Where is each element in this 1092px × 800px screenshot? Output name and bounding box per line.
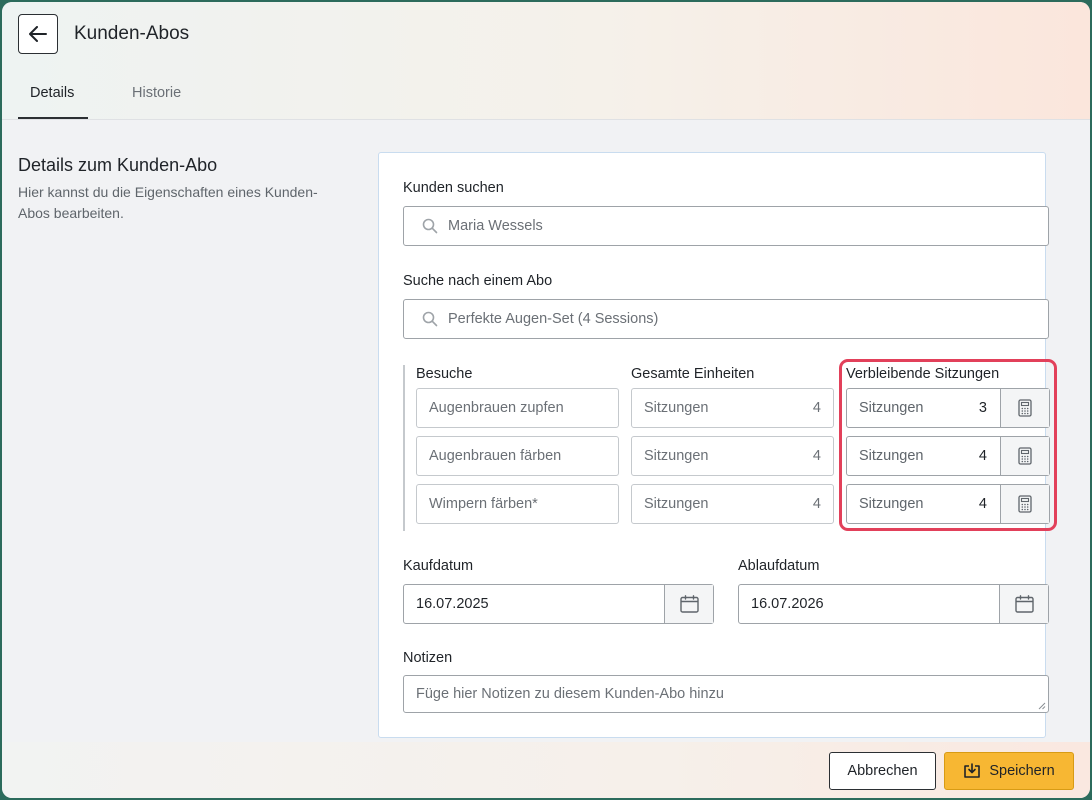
active-tab-indicator <box>18 117 88 119</box>
page-header: Kunden-Abos Details Historie <box>2 2 1090 120</box>
total-units-column-header: Gesamte Einheiten <box>631 366 755 382</box>
save-button[interactable]: Speichern <box>944 752 1074 790</box>
expiry-date-picker-button[interactable] <box>999 585 1048 623</box>
service-field[interactable]: Augenbrauen zupfen <box>416 388 619 428</box>
section-title: Details zum Kunden-Abo <box>18 155 218 175</box>
notes-placeholder: Füge hier Notizen zu diesem Kunden-Abo h… <box>416 686 724 702</box>
expiry-date-label: Ablaufdatum <box>738 558 820 574</box>
notes-label: Notizen <box>403 650 453 666</box>
calendar-icon <box>679 595 699 613</box>
app-window: Kunden-Abos Details Historie Details zum… <box>2 2 1090 798</box>
unit-label: Sitzungen <box>644 448 709 464</box>
total-units-field[interactable]: Sitzungen 4 <box>631 484 834 524</box>
tab-historie[interactable]: Historie <box>132 85 181 101</box>
service-name: Augenbrauen zupfen <box>429 400 564 416</box>
tab-details[interactable]: Details <box>30 85 74 101</box>
total-units-field[interactable]: Sitzungen 4 <box>631 436 834 476</box>
unit-label: Sitzungen <box>644 496 709 512</box>
total-units-value: 4 <box>812 448 821 464</box>
save-icon <box>964 763 981 778</box>
cancel-button[interactable]: Abbrechen <box>829 752 936 790</box>
visits-column-header: Besuche <box>416 366 473 382</box>
service-field[interactable]: Augenbrauen färben <box>416 436 619 476</box>
page-title: Kunden-Abos <box>74 23 190 44</box>
customer-search-label: Kunden suchen <box>403 180 504 196</box>
subscription-search-input[interactable]: Perfekte Augen-Set (4 Sessions) <box>403 299 1049 339</box>
total-units-field[interactable]: Sitzungen 4 <box>631 388 834 428</box>
footer-bar: Abbrechen Speichern <box>2 742 1090 798</box>
purchase-date-label: Kaufdatum <box>403 558 474 574</box>
total-units-value: 4 <box>812 400 821 416</box>
expiry-date-value: 16.07.2026 <box>751 596 824 612</box>
customer-search-value: Maria Wessels <box>448 218 543 234</box>
unit-label: Sitzungen <box>644 400 709 416</box>
calendar-icon <box>1014 595 1034 613</box>
section-description: Hier kannst du die Eigenschaften eines K… <box>18 184 318 221</box>
total-units-value: 4 <box>812 496 821 512</box>
subscription-search-value: Perfekte Augen-Set (4 Sessions) <box>448 311 659 327</box>
save-button-label: Speichern <box>989 763 1055 779</box>
back-button[interactable] <box>18 14 58 54</box>
subscription-form-card: Kunden suchen Maria Wessels Suche nach e… <box>378 152 1057 738</box>
resize-grip-icon[interactable] <box>1037 701 1046 710</box>
purchase-date-input[interactable]: 16.07.2025 <box>403 584 714 624</box>
service-name: Augenbrauen färben <box>429 448 562 464</box>
expiry-date-input[interactable]: 16.07.2026 <box>738 584 1049 624</box>
search-icon <box>422 311 438 327</box>
service-name: Wimpern färben* <box>429 496 538 512</box>
notes-textarea[interactable]: Füge hier Notizen zu diesem Kunden-Abo h… <box>403 675 1049 713</box>
arrow-left-icon <box>29 26 47 42</box>
customer-search-input[interactable]: Maria Wessels <box>403 206 1049 246</box>
purchase-date-value: 16.07.2025 <box>416 596 489 612</box>
subscription-search-label: Suche nach einem Abo <box>403 273 553 289</box>
visits-group-divider <box>403 365 405 531</box>
search-icon <box>422 218 438 234</box>
service-field[interactable]: Wimpern färben* <box>416 484 619 524</box>
remaining-sessions-highlight <box>839 359 1057 531</box>
purchase-date-picker-button[interactable] <box>664 585 713 623</box>
